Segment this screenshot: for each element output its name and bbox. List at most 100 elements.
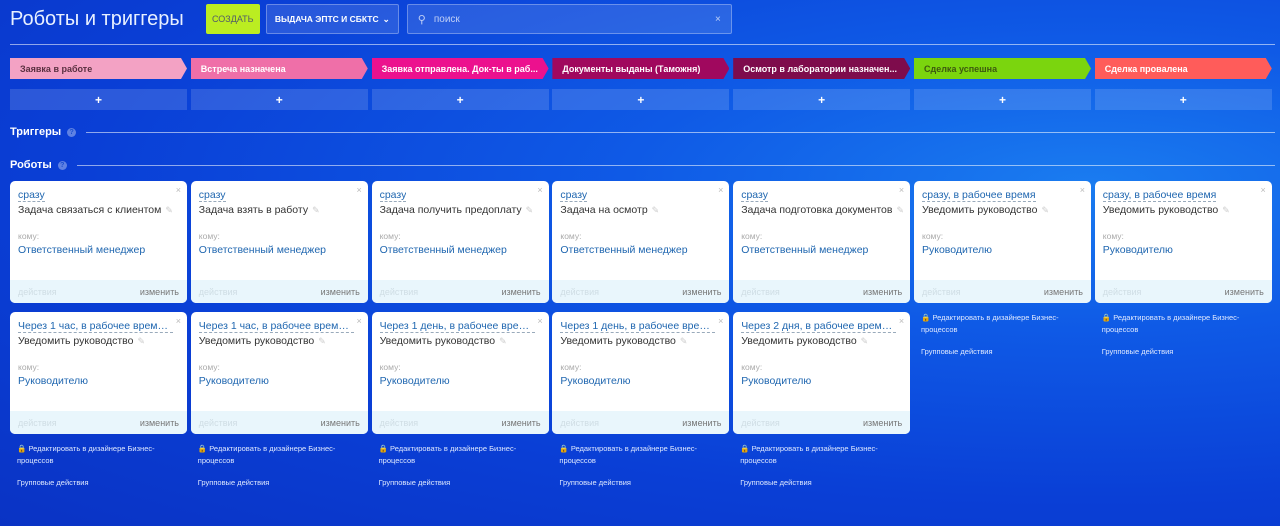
pencil-icon[interactable]: ✎ [896, 205, 904, 215]
close-icon[interactable]: × [176, 316, 181, 326]
pencil-icon[interactable]: ✎ [680, 336, 688, 346]
edit-link[interactable]: изменить [140, 287, 179, 297]
stage-header[interactable]: Сделка провалена [1095, 58, 1272, 79]
add-trigger-button[interactable]: + [914, 89, 1091, 110]
stage-header[interactable]: Сделка успешна [914, 58, 1091, 79]
edit-link[interactable]: изменить [501, 287, 540, 297]
add-trigger-button[interactable]: + [552, 89, 730, 110]
pencil-icon[interactable]: ✎ [318, 336, 326, 346]
stage-header[interactable]: Встреча назначена [191, 58, 368, 79]
stage-header[interactable]: Заявка отправлена. Док-ты в раб... [372, 58, 549, 79]
group-actions-link[interactable]: Групповые действия [559, 477, 729, 489]
actions-link: действия [560, 417, 599, 428]
category-select[interactable]: ВЫДАЧА ЭПТС И СБКТС ⌄ [265, 4, 399, 34]
clear-icon[interactable]: × [715, 14, 721, 25]
robot-delay-link[interactable]: сразу, в рабочее время [922, 189, 1036, 202]
add-trigger-button[interactable]: + [190, 89, 368, 110]
add-trigger-button[interactable]: + [1094, 89, 1272, 110]
robot-delay-link[interactable]: сразу [379, 189, 407, 202]
robot-recipient[interactable]: Ответственный менеджер [18, 244, 145, 256]
pencil-icon[interactable]: ✎ [652, 205, 660, 215]
close-icon[interactable]: × [537, 185, 542, 195]
stage-header[interactable]: Документы выданы (Таможня) [552, 58, 729, 79]
robot-delay-link[interactable]: сразу, в рабочее время [1102, 189, 1217, 202]
robot-delay-link[interactable]: Через 1 день, в рабочее время, ... [560, 320, 716, 333]
robot-recipient[interactable]: Ответственный менеджер [741, 244, 868, 256]
close-icon[interactable]: × [357, 185, 362, 195]
stage-header[interactable]: Заявка в работе [10, 58, 187, 79]
add-trigger-button[interactable]: + [371, 89, 549, 110]
edit-link[interactable]: изменить [682, 418, 721, 428]
close-icon[interactable]: × [899, 185, 904, 195]
group-actions-link[interactable]: Групповые действия [740, 477, 910, 489]
robot-recipient[interactable]: Руководителю [199, 375, 269, 387]
pencil-icon[interactable]: ✎ [137, 336, 145, 346]
robot-delay-link[interactable]: Через 1 час, в рабочее время, п... [18, 320, 173, 333]
stage-column: Сделка успешна + [914, 58, 1091, 110]
close-icon[interactable]: × [176, 185, 181, 195]
search-input[interactable]: ⚲ поиск × [406, 4, 732, 34]
robot-recipient[interactable]: Руководителю [922, 244, 992, 256]
edit-link[interactable]: изменить [321, 287, 360, 297]
designer-link[interactable]: Редактировать в дизайнере Бизнес-процесс… [921, 313, 1059, 334]
robot-card: сразу × Задача связаться с клиентом ✎ кому: О… [10, 181, 187, 303]
group-actions-link[interactable]: Групповые действия [198, 477, 368, 489]
pencil-icon[interactable]: ✎ [861, 336, 869, 346]
pencil-icon[interactable]: ✎ [165, 205, 173, 215]
close-icon[interactable]: × [718, 185, 723, 195]
stage-column: Документы выданы (Таможня) + [552, 58, 730, 110]
close-icon[interactable]: × [1261, 185, 1266, 195]
pencil-icon[interactable]: ✎ [499, 336, 507, 346]
robot-delay-link[interactable]: сразу [741, 189, 768, 202]
add-trigger-button[interactable]: + [10, 89, 187, 110]
robot-delay-link[interactable]: Через 2 дня, в рабочее время, п... [741, 320, 897, 333]
designer-link[interactable]: Редактировать в дизайнере Бизнес-процесс… [1102, 313, 1240, 334]
group-actions-link[interactable]: Групповые действия [17, 477, 187, 489]
robot-delay-link[interactable]: Через 1 час, в рабочее время, п... [198, 320, 354, 333]
robot-recipient[interactable]: Руководителю [380, 375, 450, 387]
robot-recipient[interactable]: Ответственный менеджер [380, 244, 507, 256]
edit-link[interactable]: изменить [501, 418, 540, 428]
robot-card-footer: действия изменить [552, 280, 730, 303]
group-actions-link[interactable]: Групповые действия [921, 346, 1091, 358]
robot-recipient[interactable]: Руководителю [1103, 244, 1173, 256]
add-trigger-button[interactable]: + [733, 89, 911, 110]
robot-recipient[interactable]: Ответственный менеджер [199, 244, 326, 256]
edit-link[interactable]: изменить [1225, 287, 1264, 297]
designer-link[interactable]: Редактировать в дизайнере Бизнес-процесс… [379, 444, 517, 465]
help-icon[interactable]: ? [57, 160, 67, 170]
pencil-icon[interactable]: ✎ [312, 205, 320, 215]
robot-delay-link[interactable]: Через 1 день, в рабочее время, ... [379, 320, 535, 333]
edit-link[interactable]: изменить [321, 418, 360, 428]
robot-delay-link[interactable]: сразу [18, 189, 45, 202]
close-icon[interactable]: × [1080, 185, 1085, 195]
robot-recipient[interactable]: Руководителю [18, 375, 88, 387]
robot-recipient[interactable]: Руководителю [741, 375, 811, 387]
designer-link[interactable]: Редактировать в дизайнере Бизнес-процесс… [198, 444, 336, 465]
designer-link[interactable]: Редактировать в дизайнере Бизнес-процесс… [559, 444, 697, 465]
pencil-icon[interactable]: ✎ [1041, 205, 1049, 215]
edit-link[interactable]: изменить [140, 418, 179, 428]
group-actions-link[interactable]: Групповые действия [379, 477, 549, 489]
close-icon[interactable]: × [357, 316, 362, 326]
help-icon[interactable]: ? [67, 127, 77, 137]
close-icon[interactable]: × [899, 316, 904, 326]
close-icon[interactable]: × [537, 316, 542, 326]
edit-link[interactable]: изменить [863, 418, 902, 428]
robot-delay-link[interactable]: сразу [198, 189, 226, 202]
robot-recipient[interactable]: Руководителю [560, 375, 630, 387]
robot-delay-link[interactable]: сразу [560, 189, 588, 202]
close-icon[interactable]: × [718, 316, 723, 326]
lock-icon: 🔒 [740, 444, 752, 453]
robot-recipient[interactable]: Ответственный менеджер [560, 244, 687, 256]
pencil-icon[interactable]: ✎ [526, 205, 534, 215]
designer-link[interactable]: Редактировать в дизайнере Бизнес-процесс… [17, 444, 155, 465]
pencil-icon[interactable]: ✎ [1222, 205, 1230, 215]
group-actions-link[interactable]: Групповые действия [1102, 346, 1272, 358]
edit-link[interactable]: изменить [682, 287, 721, 297]
designer-link[interactable]: Редактировать в дизайнере Бизнес-процесс… [740, 444, 878, 465]
create-button[interactable]: СОЗДАТЬ [205, 4, 260, 34]
stage-header[interactable]: Осмотр в лаборатории назначен... [733, 58, 910, 79]
edit-link[interactable]: изменить [1044, 287, 1083, 297]
edit-link[interactable]: изменить [863, 287, 902, 297]
